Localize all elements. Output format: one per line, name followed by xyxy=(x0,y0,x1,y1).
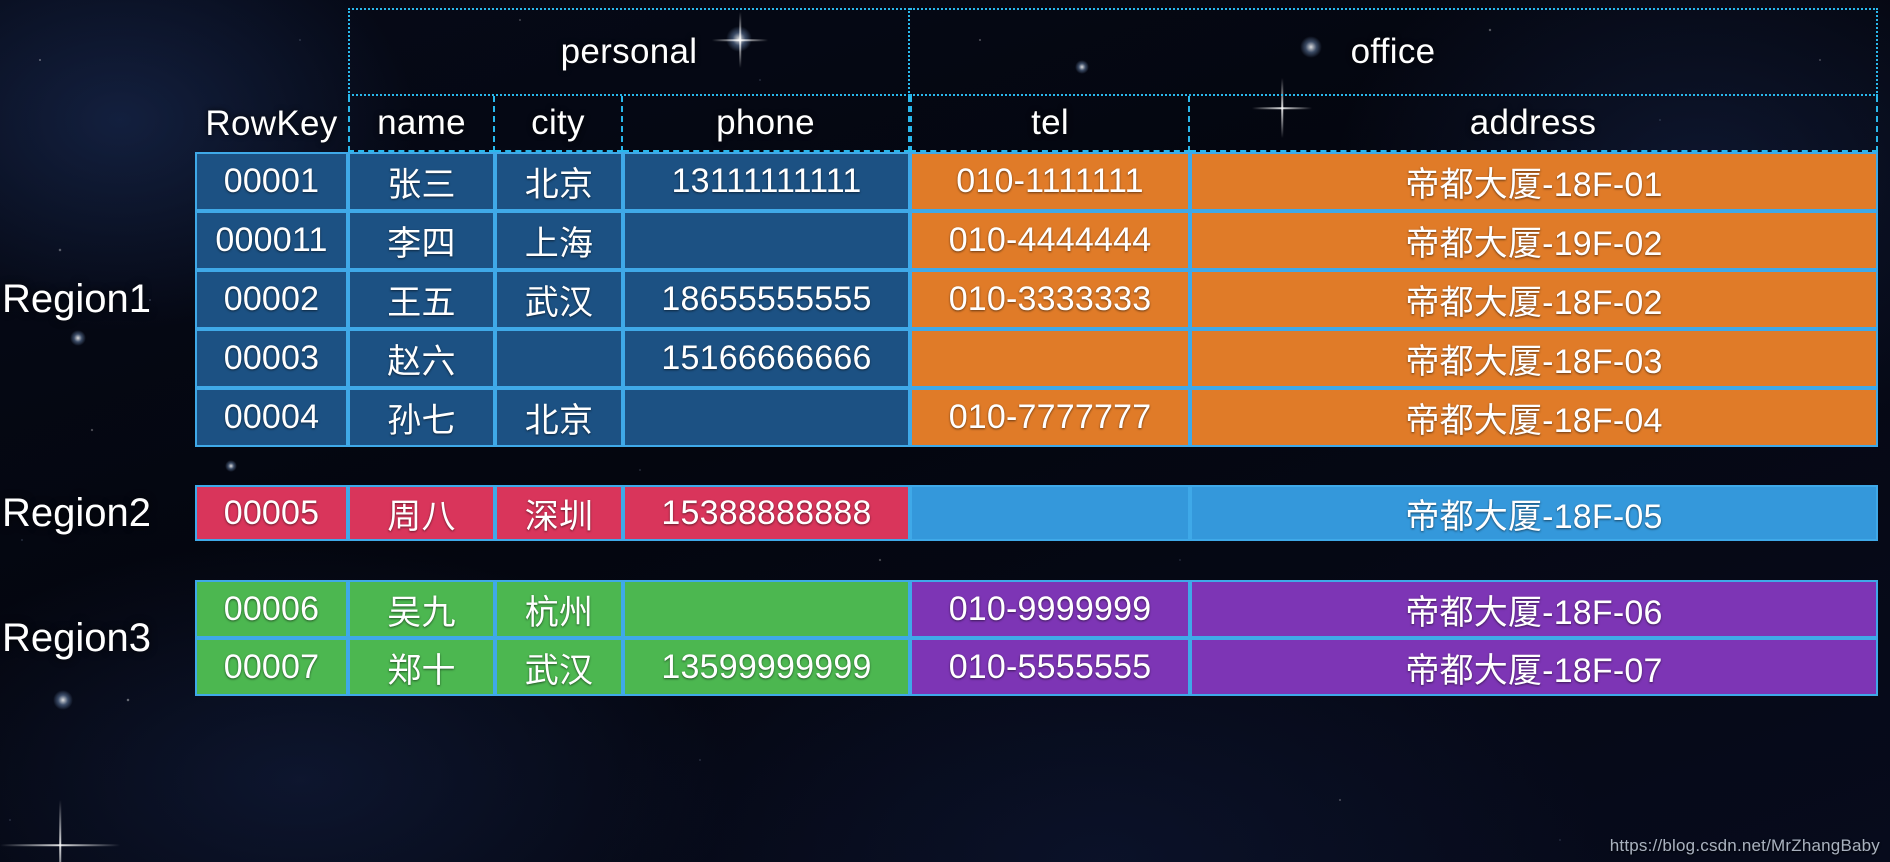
column-family-header-personal: personal xyxy=(348,8,910,96)
star-glow xyxy=(225,460,237,472)
cell-name: 张三 xyxy=(348,152,495,211)
cell-city: 北京 xyxy=(495,152,623,211)
rowkey-column-header: RowKey xyxy=(195,96,348,152)
cell-city xyxy=(495,329,623,388)
cell-address: 帝都大厦-19F-02 xyxy=(1190,211,1878,270)
cell-name: 赵六 xyxy=(348,329,495,388)
cell-tel xyxy=(910,329,1190,388)
diagram-canvas: personal office RowKey name city phone t… xyxy=(0,0,1890,862)
column-header-phone-label: phone xyxy=(716,103,815,142)
column-header-tel-label: tel xyxy=(1031,103,1069,142)
column-family-header-office: office xyxy=(910,8,1878,96)
cell-address: 帝都大厦-18F-05 xyxy=(1190,485,1878,541)
cell-rowkey: 00006 xyxy=(195,580,348,638)
cell-phone xyxy=(623,211,910,270)
cell-address: 帝都大厦-18F-02 xyxy=(1190,270,1878,329)
cell-city: 武汉 xyxy=(495,270,623,329)
cell-phone: 15388888888 xyxy=(623,485,910,541)
column-header-address-label: address xyxy=(1469,103,1597,142)
cell-phone: 18655555555 xyxy=(623,270,910,329)
cell-address: 帝都大厦-18F-06 xyxy=(1190,580,1878,638)
cell-address: 帝都大厦-18F-03 xyxy=(1190,329,1878,388)
cell-phone: 15166666666 xyxy=(623,329,910,388)
star-glow xyxy=(70,330,86,346)
cell-city: 深圳 xyxy=(495,485,623,541)
cell-city: 北京 xyxy=(495,388,623,447)
column-header-city-label: city xyxy=(531,103,585,142)
cell-name: 郑十 xyxy=(348,638,495,696)
column-header-name-label: name xyxy=(377,103,466,142)
cell-address: 帝都大厦-18F-04 xyxy=(1190,388,1878,447)
cell-name: 王五 xyxy=(348,270,495,329)
cell-city: 上海 xyxy=(495,211,623,270)
column-header-address: address xyxy=(1190,96,1878,152)
cell-rowkey: 00001 xyxy=(195,152,348,211)
column-family-personal-label: personal xyxy=(560,32,698,71)
cell-tel: 010-1111111 xyxy=(910,152,1190,211)
cell-address: 帝都大厦-18F-07 xyxy=(1190,638,1878,696)
cell-name: 李四 xyxy=(348,211,495,270)
watermark: https://blog.csdn.net/MrZhangBaby xyxy=(1609,836,1880,855)
cell-tel: 010-5555555 xyxy=(910,638,1190,696)
region-label-2: Region2 xyxy=(2,490,152,535)
cell-name: 孙七 xyxy=(348,388,495,447)
cell-rowkey: 00005 xyxy=(195,485,348,541)
cell-tel: 010-3333333 xyxy=(910,270,1190,329)
cell-rowkey: 00002 xyxy=(195,270,348,329)
star-glow xyxy=(53,690,73,710)
cell-city: 武汉 xyxy=(495,638,623,696)
cell-rowkey: 00003 xyxy=(195,329,348,388)
cell-tel: 010-7777777 xyxy=(910,388,1190,447)
cell-phone xyxy=(623,388,910,447)
cell-rowkey: 00004 xyxy=(195,388,348,447)
cell-rowkey: 00007 xyxy=(195,638,348,696)
column-family-office-label: office xyxy=(1350,32,1436,71)
column-header-name: name xyxy=(348,96,495,152)
cell-rowkey: 000011 xyxy=(195,211,348,270)
column-header-tel: tel xyxy=(910,96,1190,152)
cell-tel xyxy=(910,485,1190,541)
cell-city: 杭州 xyxy=(495,580,623,638)
cell-tel: 010-9999999 xyxy=(910,580,1190,638)
cell-phone xyxy=(623,580,910,638)
cell-tel: 010-4444444 xyxy=(910,211,1190,270)
column-header-phone: phone xyxy=(623,96,910,152)
cell-name: 吴九 xyxy=(348,580,495,638)
region-label-3: Region3 xyxy=(2,615,152,660)
column-header-city: city xyxy=(495,96,623,152)
cell-phone: 13111111111 xyxy=(623,152,910,211)
cell-phone: 13599999999 xyxy=(623,638,910,696)
region-label-1: Region1 xyxy=(2,277,152,321)
star-sparkle xyxy=(0,800,120,862)
rowkey-header-label: RowKey xyxy=(205,104,338,143)
cell-name: 周八 xyxy=(348,485,495,541)
cell-address: 帝都大厦-18F-01 xyxy=(1190,152,1878,211)
